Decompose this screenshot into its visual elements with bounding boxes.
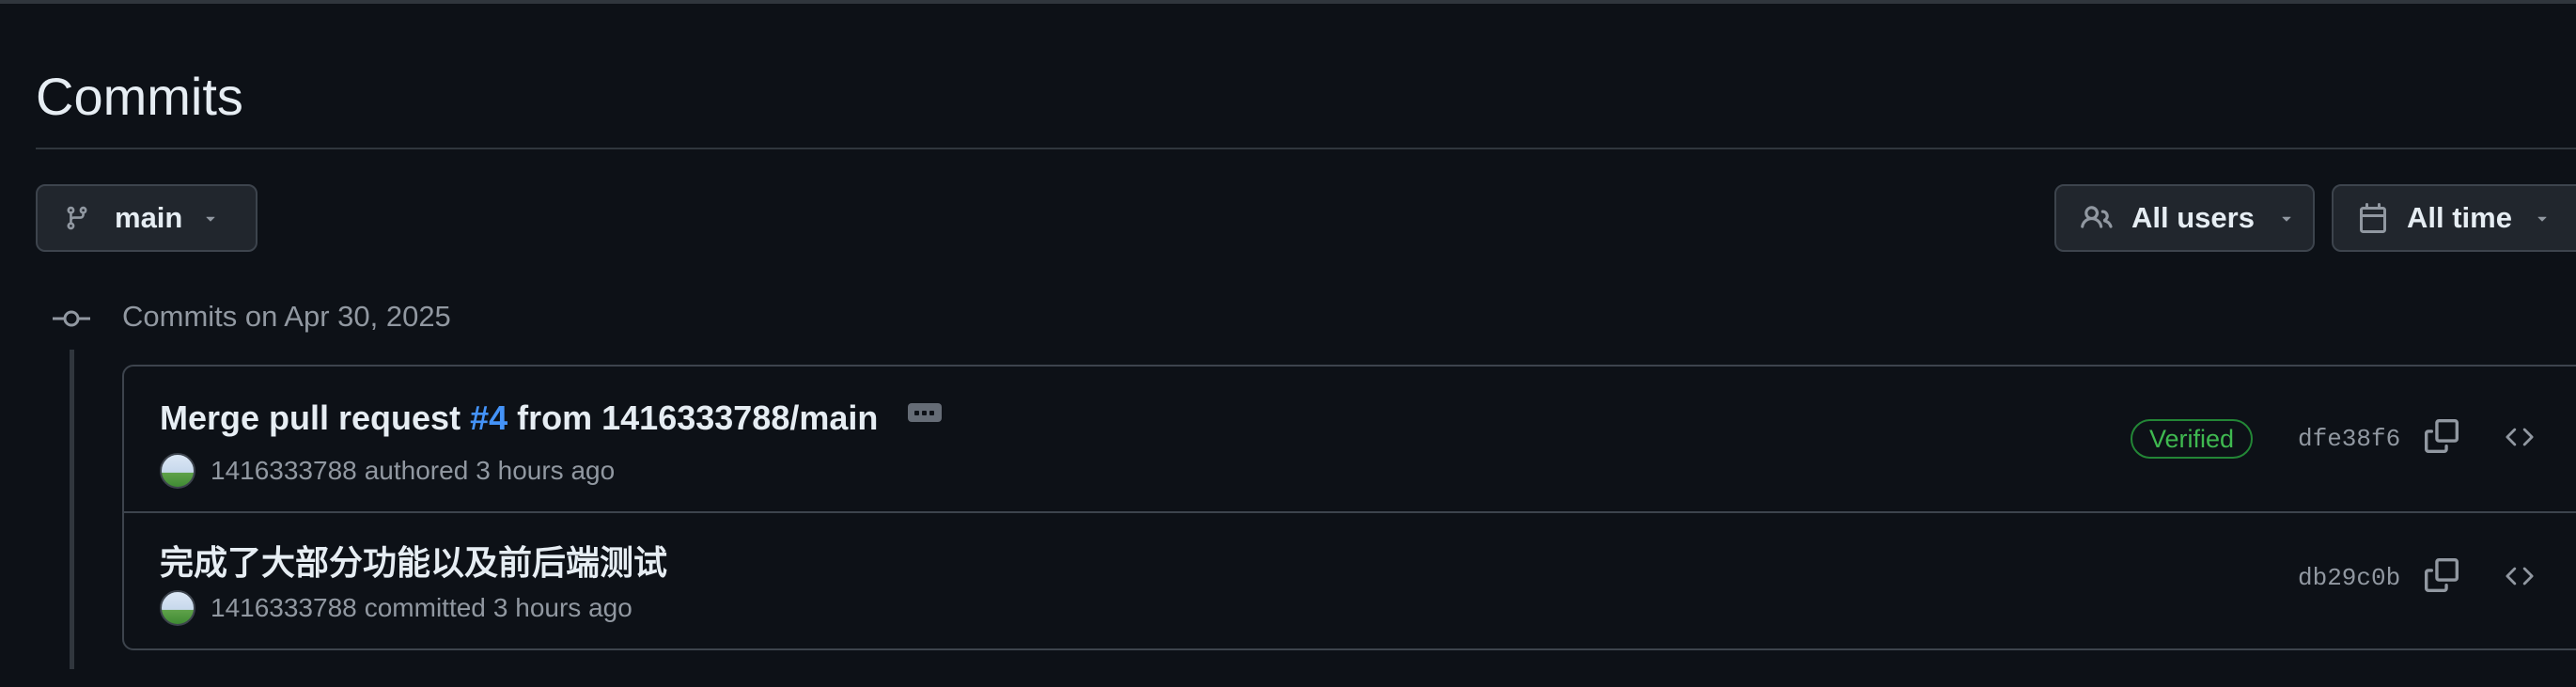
commit-message[interactable]: 完成了大部分功能以及前后端测试 [160, 536, 667, 585]
pull-request-link[interactable]: #4 [470, 398, 507, 437]
commit-sha-link[interactable]: db29c0b [2298, 564, 2400, 592]
title-divider [36, 148, 2576, 149]
commit-meta: 1416333788 authored 3 hours ago [160, 453, 615, 489]
people-icon [2081, 206, 2113, 228]
commit-time: 3 hours ago [492, 593, 632, 622]
commit-list: Merge pull request #4 from 1416333788/ma… [122, 365, 2576, 650]
commit-author-link[interactable]: 1416333788 [211, 593, 357, 623]
timeline-line [70, 350, 74, 669]
commit-message-text[interactable]: Merge pull request [160, 398, 470, 437]
top-border [0, 0, 2576, 4]
commit-action: committed [364, 593, 486, 622]
avatar[interactable] [160, 590, 195, 626]
code-icon[interactable] [2502, 423, 2537, 451]
commit-sha-link[interactable]: dfe38f6 [2298, 425, 2400, 453]
page-title: Commits [36, 67, 243, 126]
time-filter-button[interactable]: All time [2332, 184, 2576, 252]
commit-row: Merge pull request #4 from 1416333788/ma… [124, 367, 2576, 513]
users-filter-button[interactable]: All users [2054, 184, 2315, 252]
triangle-down-icon [2282, 216, 2291, 222]
commit-message[interactable]: Merge pull request #4 from 1416333788/ma… [160, 398, 943, 438]
avatar[interactable] [160, 453, 195, 489]
code-icon[interactable] [2502, 562, 2537, 590]
git-commit-icon [53, 310, 90, 327]
triangle-down-icon [2537, 216, 2547, 222]
commit-row: 完成了大部分功能以及前后端测试 1416333788 committed 3 h… [124, 511, 2576, 648]
calendar-icon [2360, 203, 2386, 233]
branch-label: main [115, 201, 183, 234]
copy-icon[interactable] [2425, 419, 2459, 453]
commit-action: authored [364, 456, 469, 485]
branch-selector-button[interactable]: main [36, 184, 258, 252]
users-filter-label: All users [2131, 201, 2255, 234]
verified-badge[interactable]: Verified [2131, 419, 2254, 459]
commit-message-text[interactable]: from 1416333788/main [507, 398, 878, 437]
commit-author-link[interactable]: 1416333788 [211, 456, 357, 486]
commit-meta: 1416333788 committed 3 hours ago [160, 590, 632, 626]
commit-group-date-heading: Commits on Apr 30, 2025 [122, 300, 451, 333]
git-branch-icon [67, 206, 87, 230]
triangle-down-icon [206, 216, 215, 222]
commit-time: 3 hours ago [476, 456, 616, 485]
expand-message-button[interactable] [908, 403, 943, 423]
copy-icon[interactable] [2425, 558, 2459, 592]
time-filter-label: All time [2407, 201, 2512, 234]
